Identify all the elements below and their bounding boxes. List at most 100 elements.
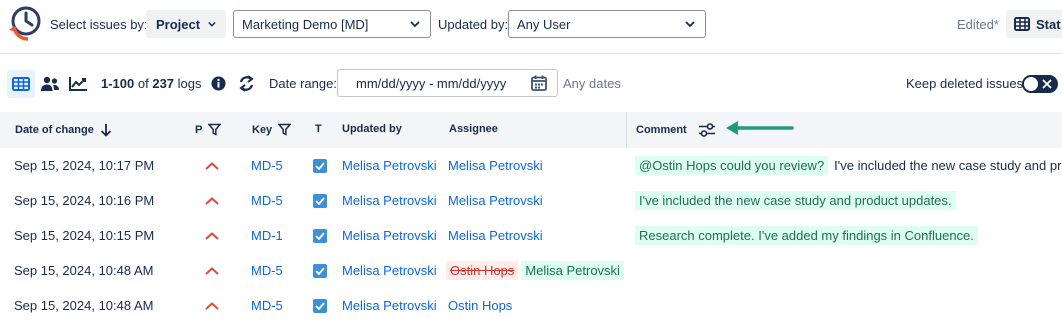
divider	[0, 53, 1062, 54]
calendar-icon[interactable]	[531, 75, 547, 91]
close-icon	[1042, 79, 1052, 89]
clock-logo-icon	[9, 6, 41, 41]
row-updated-by[interactable]: Melisa Petrovski	[342, 253, 437, 288]
checkbox-icon	[313, 218, 327, 253]
keep-deleted-label: Keep deleted issues	[906, 76, 1024, 91]
row-comment: Research complete. I've added my finding…	[635, 218, 978, 253]
checkbox-icon	[313, 288, 327, 323]
toggle-knob	[1024, 77, 1038, 91]
column-comment-label: Comment	[636, 124, 687, 136]
column-date-label: Date of change	[15, 124, 94, 136]
chart-icon	[69, 77, 87, 91]
row-key[interactable]: MD-1	[251, 218, 283, 253]
column-key[interactable]: Key	[252, 123, 292, 136]
select-issues-label: Select issues by:	[50, 17, 148, 32]
column-priority[interactable]: P	[195, 123, 222, 136]
row-key[interactable]: MD-5	[251, 253, 283, 288]
people-view-button[interactable]	[37, 70, 63, 98]
row-date: Sep 15, 2024, 10:15 PM	[14, 228, 155, 243]
checkbox-icon	[313, 253, 327, 288]
updated-by-select[interactable]: Any User	[508, 10, 706, 38]
sliders-icon[interactable]	[697, 122, 717, 138]
table-row[interactable]: Sep 15, 2024, 10:48 AM MD-5 Melisa Petro…	[0, 288, 1062, 323]
row-assignee: Ostin Hops Melisa Petrovski	[446, 253, 624, 288]
priority-high-icon	[205, 183, 221, 218]
comment-text: I've included the new case study and pro…	[834, 158, 1062, 173]
table-row[interactable]: Sep 15, 2024, 10:15 PM MD-1 Melisa Petro…	[0, 218, 1062, 253]
grid-view-icon	[12, 77, 30, 91]
row-date: Sep 15, 2024, 10:17 PM	[14, 158, 155, 173]
date-range-input[interactable]: mm/dd/yyyy - mm/dd/yyyy	[337, 69, 558, 97]
row-updated-by[interactable]: Melisa Petrovski	[342, 148, 437, 183]
row-date: Sep 15, 2024, 10:48 AM	[14, 263, 154, 278]
row-key[interactable]: MD-5	[251, 148, 283, 183]
row-date: Sep 15, 2024, 10:16 PM	[14, 193, 155, 208]
any-dates-label: Any dates	[563, 76, 621, 91]
column-date[interactable]: Date of change	[15, 123, 112, 137]
row-assignee[interactable]: Melisa Petrovski	[448, 148, 543, 183]
row-assignee[interactable]: Melisa Petrovski	[448, 183, 543, 218]
row-date: Sep 15, 2024, 10:48 AM	[14, 298, 154, 313]
chevron-down-icon	[410, 20, 420, 27]
row-updated-by[interactable]: Melisa Petrovski	[342, 218, 437, 253]
table-header	[0, 112, 1062, 148]
keep-deleted-toggle[interactable]	[1022, 75, 1058, 93]
refresh-icon[interactable]	[238, 74, 255, 93]
chevron-down-icon	[685, 20, 695, 27]
row-assignee[interactable]: Ostin Hops	[448, 288, 512, 323]
column-comment[interactable]: Comment	[636, 122, 717, 138]
date-range-label: Date range:	[269, 76, 337, 91]
log-range: 1-100	[101, 76, 135, 91]
comment-added: Research complete. I've added my finding…	[635, 226, 978, 245]
stats-button-label: Stat	[1036, 16, 1061, 32]
sort-down-icon[interactable]	[100, 123, 112, 137]
comment-added: I've included the new case study and pro…	[635, 191, 956, 210]
row-comment: I've included the new case study and pro…	[635, 183, 956, 218]
project-button-label: Project	[156, 16, 201, 32]
log-of-label: of	[137, 76, 149, 91]
column-key-label: Key	[252, 123, 273, 136]
row-comment: @Ostin Hops could you review? I've inclu…	[635, 148, 1062, 183]
row-assignee[interactable]: Melisa Petrovski	[448, 218, 543, 253]
priority-high-icon	[205, 148, 221, 183]
checkbox-icon	[313, 148, 327, 183]
info-icon[interactable]	[211, 76, 226, 91]
assignee-added: Melisa Petrovski	[521, 261, 624, 280]
log-total: 237	[152, 76, 175, 91]
updated-by-select-value: Any User	[517, 16, 571, 32]
row-updated-by[interactable]: Melisa Petrovski	[342, 183, 437, 218]
arrow-left-icon	[726, 121, 794, 135]
row-key[interactable]: MD-5	[251, 288, 283, 323]
chevron-down-icon	[208, 21, 216, 27]
log-unit-label: logs	[177, 76, 202, 91]
project-select[interactable]: Marketing Demo [MD]	[233, 10, 431, 38]
row-key[interactable]: MD-5	[251, 183, 283, 218]
priority-high-icon	[205, 288, 221, 323]
updated-by-label: Updated by:	[438, 17, 509, 32]
checkbox-icon	[313, 183, 327, 218]
people-icon	[41, 76, 59, 91]
date-range-placeholder: mm/dd/yyyy - mm/dd/yyyy	[356, 75, 507, 91]
project-button[interactable]: Project	[146, 10, 226, 38]
edited-indicator: Edited*	[957, 17, 999, 32]
table-row[interactable]: Sep 15, 2024, 10:16 PM MD-5 Melisa Petro…	[0, 183, 1062, 218]
column-separator	[626, 112, 627, 148]
column-updated-by[interactable]: Updated by	[342, 123, 402, 135]
table-row[interactable]: Sep 15, 2024, 10:48 AM MD-5 Melisa Petro…	[0, 253, 1062, 288]
log-count: 1-100 of 237 logs	[101, 76, 202, 91]
filter-icon[interactable]	[278, 123, 292, 136]
row-updated-by[interactable]: Melisa Petrovski	[342, 288, 437, 323]
grid-view-button[interactable]	[7, 70, 35, 98]
column-assignee[interactable]: Assignee	[449, 123, 498, 135]
project-select-value: Marketing Demo [MD]	[242, 16, 369, 32]
stats-button[interactable]: Stat	[1006, 10, 1062, 38]
chart-view-button[interactable]	[65, 70, 91, 98]
column-priority-label: P	[195, 123, 203, 136]
table-icon	[1014, 17, 1030, 31]
table-row[interactable]: Sep 15, 2024, 10:17 PM MD-5 Melisa Petro…	[0, 148, 1062, 183]
column-type[interactable]: T	[315, 123, 322, 135]
filter-icon[interactable]	[208, 123, 222, 136]
assignee-removed: Ostin Hops	[446, 261, 519, 280]
priority-high-icon	[205, 218, 221, 253]
comment-added: @Ostin Hops could you review?	[635, 156, 829, 175]
